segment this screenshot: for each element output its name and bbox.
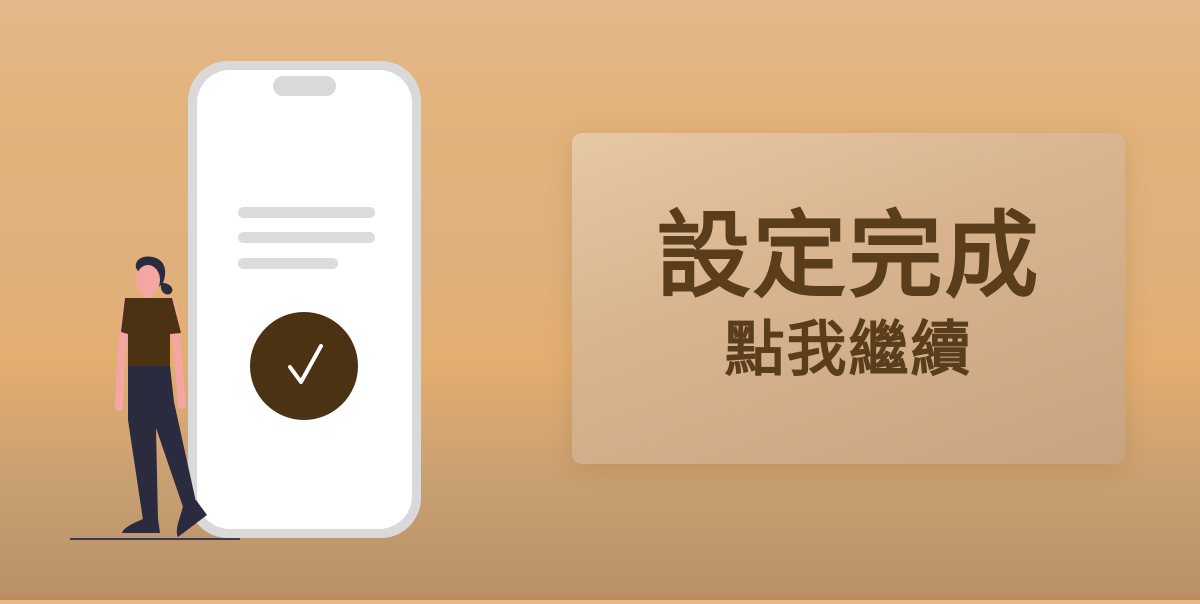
phone-illustration bbox=[188, 61, 421, 538]
text-line-1 bbox=[238, 207, 375, 218]
neck bbox=[143, 287, 153, 299]
check-circle bbox=[250, 312, 358, 420]
phone-notch bbox=[273, 76, 336, 96]
pants bbox=[128, 366, 196, 520]
shirt bbox=[121, 298, 181, 366]
continue-card-button[interactable]: 設定完成 點我繼續 bbox=[572, 133, 1125, 464]
setup-complete-title: 設定完成 bbox=[656, 202, 1041, 312]
left-shoe bbox=[122, 519, 160, 533]
click-to-continue-label: 點我繼續 bbox=[724, 314, 973, 385]
phone-screen bbox=[197, 70, 412, 529]
text-line-3 bbox=[238, 258, 338, 269]
text-line-2 bbox=[238, 232, 375, 243]
